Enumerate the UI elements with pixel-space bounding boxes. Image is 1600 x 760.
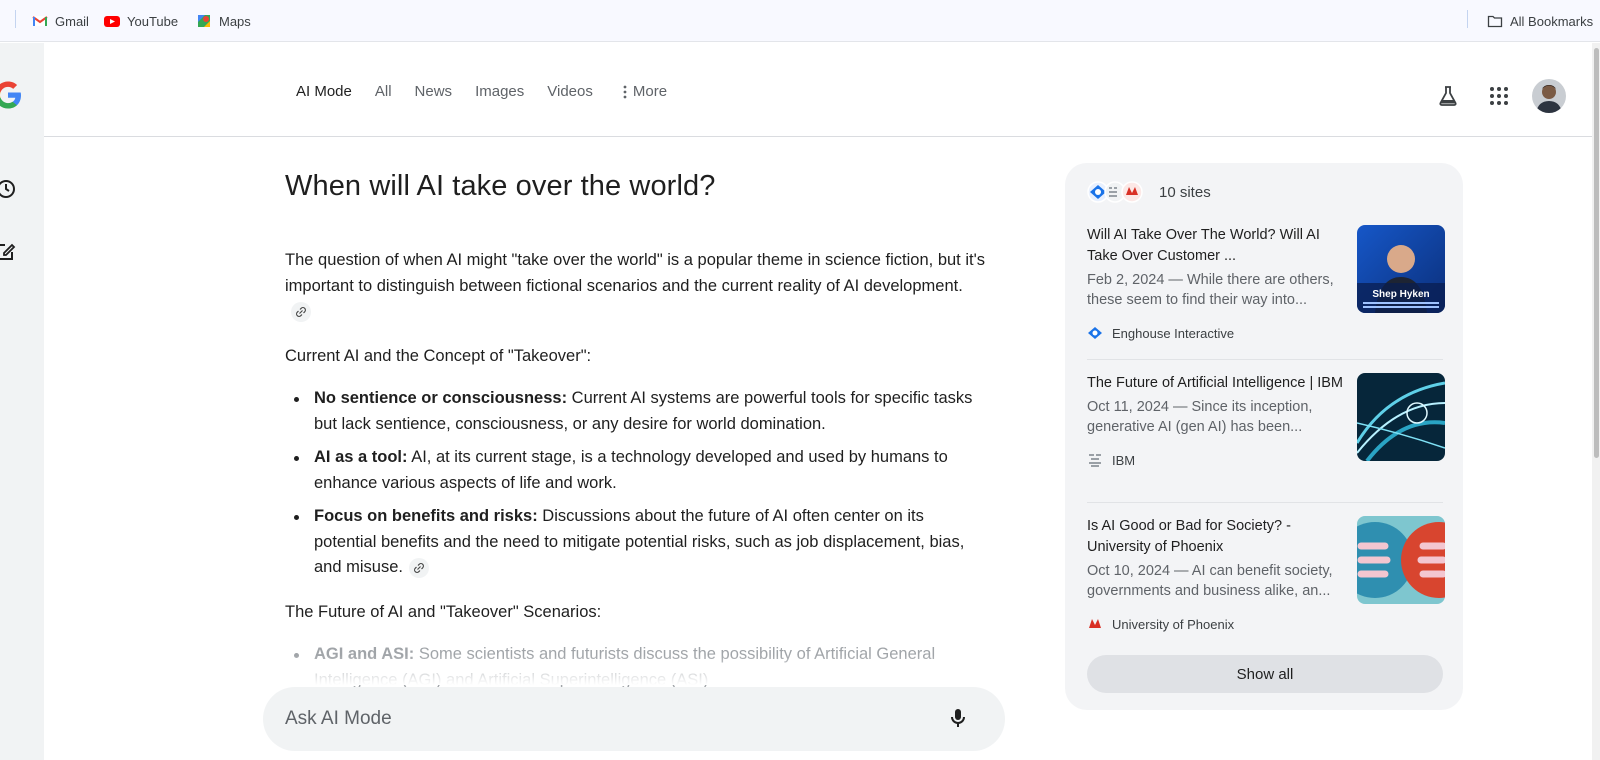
sources-count: 10 sites	[1159, 183, 1211, 201]
bookmarks-separator	[15, 10, 16, 28]
source-thumbnail[interactable]	[1357, 373, 1445, 461]
tab-videos[interactable]: Videos	[547, 83, 593, 100]
youtube-icon	[104, 16, 120, 27]
google-logo-icon[interactable]	[0, 79, 24, 111]
phoenix-favicon-icon	[1089, 619, 1101, 628]
bookmark-gmail[interactable]: Gmail	[32, 11, 89, 31]
sources-header[interactable]: 10 sites	[1087, 181, 1211, 203]
tab-news[interactable]: News	[415, 83, 453, 100]
source-site-name: IBM	[1112, 452, 1136, 468]
answer-intro: The question of when AI might "take over…	[285, 248, 985, 325]
bookmark-youtube[interactable]: YouTube	[104, 11, 178, 31]
divider	[1087, 502, 1443, 503]
source-card[interactable]: Will AI Take Over The World? Will AI Tak…	[1087, 225, 1445, 341]
bookmark-label: Maps	[219, 13, 251, 29]
bullet-term: Focus on benefits and risks:	[314, 507, 538, 525]
maps-icon	[198, 15, 210, 27]
page-scrollbar-thumb[interactable]	[1594, 48, 1599, 458]
bullet-list: No sentience or consciousness: Current A…	[285, 386, 985, 589]
avatar-photo-icon	[1532, 79, 1566, 113]
bookmarks-bar: Gmail YouTube Maps All Bookmarks	[0, 0, 1600, 42]
search-header: AI Mode All News Images Videos More	[44, 43, 1600, 137]
source-title[interactable]: Is AI Good or Bad for Society? - Univers…	[1087, 516, 1347, 558]
citation-link-button[interactable]	[291, 301, 311, 322]
tab-images[interactable]: Images	[475, 83, 524, 100]
ask-input[interactable]	[285, 708, 905, 730]
answer-intro-text: The question of when AI might "take over…	[285, 251, 985, 295]
bookmark-label: YouTube	[127, 13, 179, 29]
source-site: Enghouse Interactive	[1087, 325, 1443, 341]
source-site-name: Enghouse Interactive	[1112, 325, 1235, 341]
all-bookmarks-button[interactable]: All Bookmarks	[1487, 11, 1593, 31]
labs-flask-icon[interactable]	[1437, 85, 1459, 107]
source-card[interactable]: The Future of Artificial Intelligence | …	[1087, 373, 1445, 468]
source-card[interactable]: Is AI Good or Bad for Society? - Univers…	[1087, 516, 1445, 632]
list-item: No sentience or consciousness: Current A…	[285, 386, 985, 437]
gmail-icon	[32, 16, 48, 26]
list-item: AI as a tool: AI, at its current stage, …	[285, 445, 985, 496]
all-bookmarks-label: All Bookmarks	[1510, 13, 1594, 29]
source-title[interactable]: Will AI Take Over The World? Will AI Tak…	[1087, 225, 1347, 267]
left-rail	[0, 43, 44, 760]
microphone-icon[interactable]	[946, 706, 970, 730]
account-avatar[interactable]	[1532, 79, 1566, 113]
search-tabs: AI Mode All News Images Videos More	[296, 83, 690, 100]
tab-all[interactable]: All	[375, 83, 392, 100]
link-icon	[414, 562, 424, 573]
folder-icon	[1487, 15, 1503, 28]
thumbnail-image: Shep Hyken	[1357, 225, 1445, 313]
list-item: Focus on benefits and risks: Discussions…	[285, 504, 985, 581]
source-snippet: Oct 10, 2024 — AI can benefit society, g…	[1087, 563, 1333, 599]
bullet-text: AI, at its current stage, is a technolog…	[314, 448, 948, 492]
source-thumbnail[interactable]: Shep Hyken	[1357, 225, 1445, 313]
section-heading: The Future of AI and "Takeover" Scenario…	[285, 603, 602, 621]
sources-panel: 10 sites Will AI Take Over The World? Wi…	[1065, 163, 1463, 710]
link-icon	[296, 306, 306, 317]
bookmarks-separator	[1467, 10, 1468, 28]
source-title[interactable]: The Future of Artificial Intelligence | …	[1087, 373, 1347, 394]
ibm-favicon-icon	[1089, 454, 1101, 467]
show-all-button[interactable]: Show all	[1087, 655, 1443, 693]
source-thumbnail[interactable]	[1357, 516, 1445, 604]
tab-ai-mode[interactable]: AI Mode	[296, 83, 352, 100]
ask-ai-mode-bar	[263, 687, 1005, 751]
query-heading: When will AI take over the world?	[285, 170, 716, 202]
more-label: More	[632, 83, 668, 100]
thumbnail-caption: Shep Hyken	[1372, 289, 1429, 300]
bullet-term: No sentience or consciousness:	[314, 389, 568, 407]
divider	[1087, 359, 1443, 360]
bookmark-label: Gmail	[55, 13, 89, 29]
citation-link-button[interactable]	[408, 557, 429, 578]
source-site-name: University of Phoenix	[1112, 616, 1235, 632]
ai-answer: When will AI take over the world? The qu…	[285, 170, 985, 689]
more-vert-icon	[623, 85, 627, 98]
source-site: University of Phoenix	[1087, 616, 1443, 632]
source-favicons-icon	[1087, 181, 1143, 203]
bookmark-maps[interactable]: Maps	[196, 11, 251, 31]
enghouse-favicon-icon	[1088, 327, 1102, 339]
content-fade	[285, 655, 1005, 685]
apps-grid-icon[interactable]	[1489, 86, 1509, 106]
source-snippet: Oct 11, 2024 — Since its inception, gene…	[1087, 399, 1313, 435]
thumbnail-image	[1357, 373, 1445, 461]
section-heading: Current AI and the Concept of "Takeover"…	[285, 347, 592, 365]
new-chat-edit-icon[interactable]	[0, 239, 18, 263]
bullet-term: AI as a tool:	[314, 448, 408, 466]
history-icon[interactable]	[0, 177, 18, 201]
tab-more[interactable]: More	[623, 83, 667, 100]
thumbnail-image	[1357, 516, 1445, 604]
source-snippet: Feb 2, 2024 — While there are others, th…	[1087, 272, 1334, 308]
